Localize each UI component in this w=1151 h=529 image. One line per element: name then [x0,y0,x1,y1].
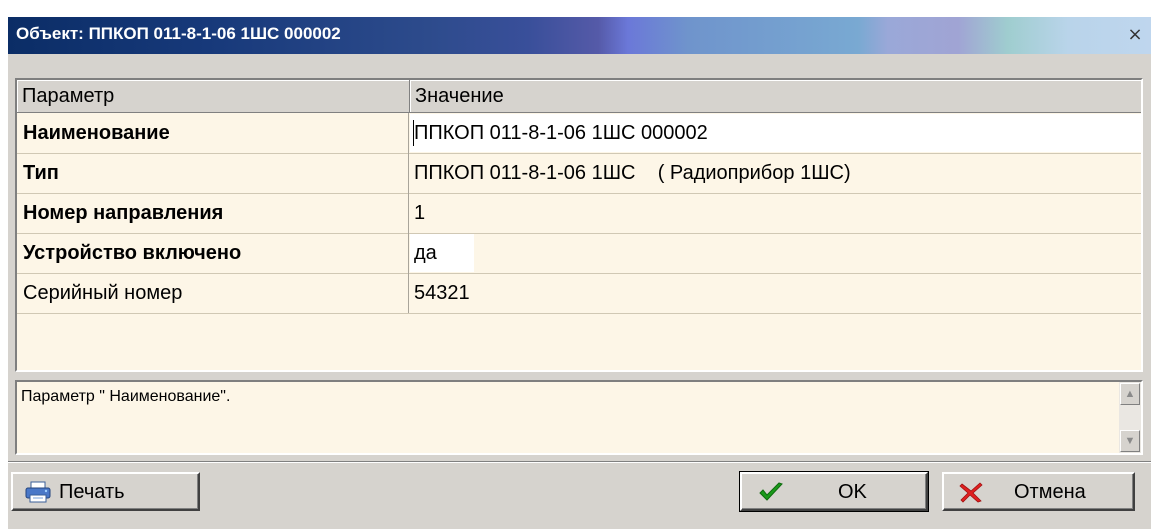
title-bar[interactable]: Объект: ППКОП 011-8-1-06 1ШС 000002 × [8,17,1151,54]
row-label: Наименование [17,113,409,153]
scroll-down-icon[interactable]: ▼ [1120,430,1140,452]
description-scrollbar[interactable]: ▲ ▼ [1119,382,1141,453]
window-title: Объект: ППКОП 011-8-1-06 1ШС 000002 [16,24,341,43]
row-value[interactable]: 1 [410,193,1143,233]
close-icon[interactable]: × [1127,26,1143,44]
bottom-separator [8,461,1151,463]
description-panel: Параметр " Наименование". ▲ ▼ [15,380,1143,455]
row-value[interactable]: ППКОП 011-8-1-06 1ШС 000002 [410,113,1143,153]
cancel-button-label: Отмена [1014,481,1086,503]
ok-button-label: OK [838,481,867,503]
scroll-up-icon[interactable]: ▲ [1120,383,1140,405]
print-button[interactable]: Печать [11,472,200,511]
print-button-label: Печать [59,481,125,503]
ok-button[interactable]: OK [739,471,929,512]
row-label: Серийный номер [17,273,409,313]
properties-grid: Параметр Значение Наименование ППКОП 011… [15,78,1143,372]
grid-row-enabled[interactable]: Устройство включено да [17,233,1141,274]
row-label: Номер направления [17,193,409,233]
grid-row-name[interactable]: Наименование ППКОП 011-8-1-06 1ШС 000002 [17,113,1143,154]
grid-header: Параметр Значение [17,80,1141,113]
description-text: Параметр " Наименование". [21,388,231,405]
column-header-value[interactable]: Значение [410,80,1143,112]
dialog-body: Параметр Значение Наименование ППКОП 011… [8,54,1151,529]
grid-row-direction[interactable]: Номер направления 1 [17,193,1141,234]
cross-icon [959,482,983,503]
object-properties-window: Объект: ППКОП 011-8-1-06 1ШС 000002 × Па… [0,0,1151,529]
grid-row-type[interactable]: Тип ППКОП 011-8-1-06 1ШС ( Радиоприбор 1… [17,153,1141,194]
row-label: Тип [17,153,409,193]
check-icon [759,482,783,501]
column-header-param[interactable]: Параметр [17,80,410,112]
row-value[interactable]: 54321 [410,273,1143,313]
row-value[interactable]: ППКОП 011-8-1-06 1ШС ( Радиоприбор 1ШС) [410,153,1143,193]
row-value[interactable]: да [410,233,1143,273]
printer-icon [25,481,51,503]
row-label: Устройство включено [17,233,409,273]
grid-row-serial[interactable]: Серийный номер 54321 [17,273,1141,314]
cancel-button[interactable]: Отмена [942,472,1135,511]
